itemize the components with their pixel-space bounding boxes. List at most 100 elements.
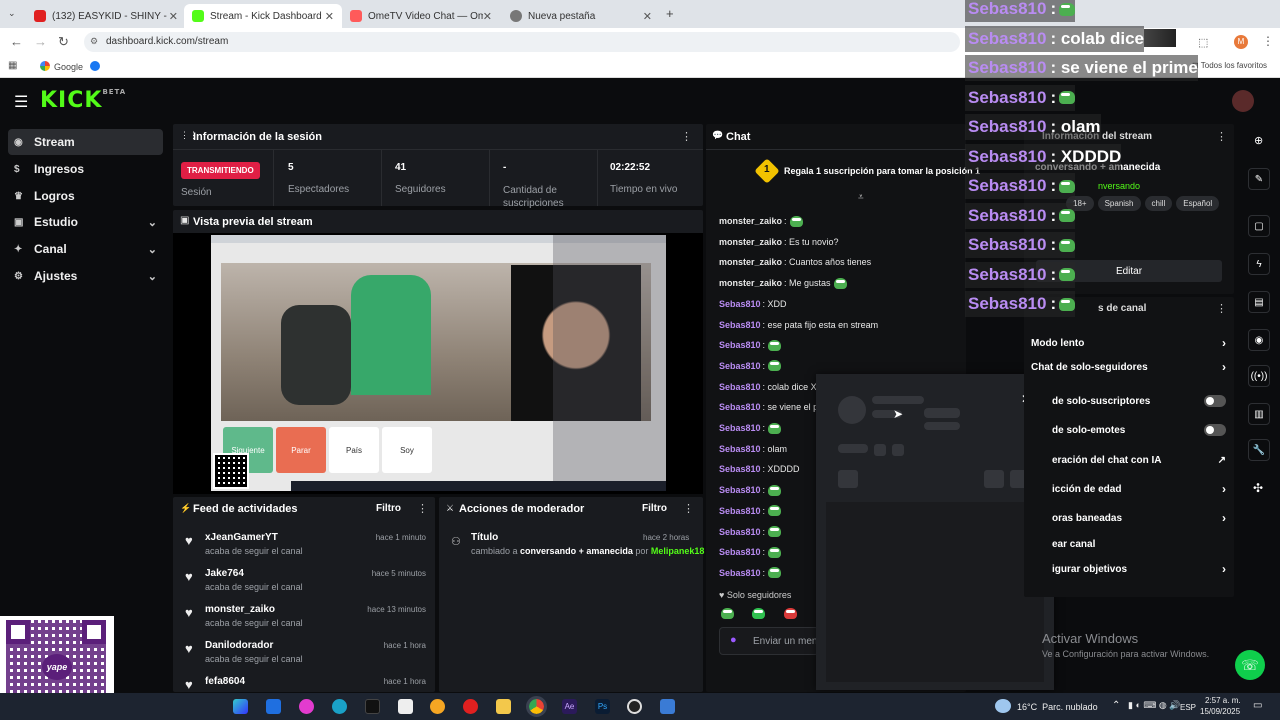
chevron-down-icon[interactable]: ⌄ bbox=[148, 270, 157, 283]
facebook-icon[interactable] bbox=[90, 61, 100, 71]
country-button[interactable]: País bbox=[329, 427, 379, 473]
channel-action-item[interactable]: Chat de solo-seguidores › bbox=[1031, 359, 1226, 375]
after-effects-icon[interactable]: Ae bbox=[562, 699, 577, 714]
photoshop-icon[interactable]: Ps bbox=[595, 699, 610, 714]
url-input[interactable]: ⚙ dashboard.kick.com/stream bbox=[84, 32, 960, 52]
site-info-icon[interactable]: ⚙ bbox=[90, 36, 98, 47]
channel-action-item[interactable]: Modo lento › bbox=[1031, 335, 1226, 351]
chat-username[interactable]: Sebas810 bbox=[719, 340, 761, 350]
feed-username[interactable]: fefa8604 bbox=[205, 676, 245, 687]
back-icon[interactable]: ← bbox=[10, 34, 23, 49]
document-icon[interactable]: ▤ bbox=[1248, 291, 1270, 313]
gender-button[interactable]: Soy bbox=[382, 427, 432, 473]
chat-username[interactable]: Sebas810 bbox=[719, 464, 761, 474]
help-icon[interactable]: ⊕ bbox=[1254, 134, 1263, 147]
broadcast-icon[interactable]: ((•)) bbox=[1248, 365, 1270, 387]
profile-avatar[interactable]: M bbox=[1234, 35, 1248, 49]
tab-ometv[interactable]: OmeTV Video Chat — Ome ✕ bbox=[342, 4, 500, 28]
bookmark-google[interactable]: Google bbox=[54, 62, 83, 72]
sidebar-item-ajustes[interactable]: ⚙ Ajustes ⌄ bbox=[8, 263, 163, 289]
emote-icon[interactable] bbox=[721, 608, 734, 619]
chat-username[interactable]: Sebas810 bbox=[719, 423, 761, 433]
tiktok-icon[interactable] bbox=[365, 699, 380, 714]
feed-username[interactable]: xJeanGamerYT bbox=[205, 532, 278, 543]
chrome-icon[interactable] bbox=[526, 696, 547, 717]
chat-username[interactable]: Sebas810 bbox=[719, 402, 761, 412]
chat-username[interactable]: Sebas810 bbox=[719, 547, 761, 557]
obs-icon[interactable] bbox=[627, 699, 642, 714]
feed-filter-button[interactable]: Filtro bbox=[376, 503, 401, 514]
toggle-switch[interactable] bbox=[1204, 395, 1226, 407]
chevron-right-icon[interactable]: › bbox=[1222, 336, 1226, 350]
chevron-down-icon[interactable]: ⌄ bbox=[148, 216, 157, 229]
store-icon[interactable] bbox=[398, 699, 413, 714]
apps-icon[interactable]: ▦ bbox=[8, 60, 17, 71]
collapse-icon[interactable]: ⩡ bbox=[858, 192, 864, 203]
chat-username[interactable]: monster_zaiko bbox=[719, 216, 782, 226]
new-tab-button[interactable]: + bbox=[666, 6, 674, 21]
clock-date[interactable]: 15/09/2025 bbox=[1200, 707, 1240, 716]
kick-logo[interactable]: KICKBETA bbox=[40, 88, 126, 113]
feed-username[interactable]: Danilodorador bbox=[205, 640, 273, 651]
chat-username[interactable]: Sebas810 bbox=[719, 299, 761, 309]
clock-time[interactable]: 2:57 a. m. bbox=[1205, 696, 1241, 705]
chat-username[interactable]: monster_zaiko bbox=[719, 278, 782, 288]
channel-action-item[interactable]: ear canal bbox=[1052, 536, 1226, 552]
close-icon[interactable]: ✕ bbox=[643, 10, 652, 23]
feed-username[interactable]: monster_zaiko bbox=[205, 604, 275, 615]
sidebar-item-canal[interactable]: ✦ Canal ⌄ bbox=[8, 236, 163, 262]
all-favorites[interactable]: ⊡ Todos los favoritos bbox=[1192, 61, 1267, 70]
stop-button[interactable]: Parar bbox=[276, 427, 326, 473]
lightning-icon[interactable]: ϟ bbox=[1248, 253, 1270, 275]
notification-icon[interactable]: ▭ bbox=[1253, 700, 1262, 711]
support-chat-button[interactable]: ☏ bbox=[1235, 650, 1265, 680]
more-options-icon[interactable]: ⋮ bbox=[1216, 302, 1227, 315]
reload-icon[interactable]: ↻ bbox=[58, 34, 69, 50]
tab-new[interactable]: Nueva pestaña ✕ bbox=[502, 4, 660, 28]
tab-list-icon[interactable]: ⌄ bbox=[8, 8, 16, 19]
feed-item[interactable]: ♥ xJeanGamerYT acaba de seguir el canal hac… bbox=[173, 527, 435, 561]
channel-action-item[interactable]: icción de edad › bbox=[1052, 481, 1226, 497]
outlook-icon[interactable] bbox=[266, 699, 281, 714]
toggle-switch[interactable] bbox=[1204, 424, 1226, 436]
extensions-icon[interactable]: ⬚ bbox=[1198, 36, 1208, 49]
chat-username[interactable]: Sebas810 bbox=[719, 444, 761, 454]
microphone-icon[interactable]: ● bbox=[730, 634, 737, 646]
more-options-icon[interactable]: ⋮ bbox=[683, 502, 694, 515]
sidebar-item-logros[interactable]: ♛ Logros bbox=[8, 183, 163, 209]
tab-kick-dashboard[interactable]: Stream - Kick Dashboard ✕ bbox=[184, 4, 342, 28]
apps-grid-icon[interactable]: ✣ bbox=[1253, 481, 1263, 495]
app-blue-icon[interactable] bbox=[660, 699, 675, 714]
wrench-icon[interactable]: 🔧 bbox=[1248, 439, 1270, 461]
chat-input[interactable]: ● Enviar un men bbox=[719, 627, 819, 655]
feed-item[interactable]: ♥ Danilodorador acaba de seguir el canal ha… bbox=[173, 635, 435, 669]
close-icon[interactable]: ✕ bbox=[169, 10, 178, 23]
chat-username[interactable]: Sebas810 bbox=[719, 527, 761, 537]
close-icon[interactable]: ✕ bbox=[325, 10, 334, 23]
external-link-icon[interactable]: ↗ bbox=[1218, 455, 1226, 466]
chat-username[interactable]: Sebas810 bbox=[719, 568, 761, 578]
app-icon[interactable] bbox=[299, 699, 314, 714]
pencil-icon[interactable]: ✎ bbox=[1248, 168, 1270, 190]
sidebar-item-ingresos[interactable]: $ Ingresos bbox=[8, 156, 163, 182]
chat-username[interactable]: monster_zaiko bbox=[719, 237, 782, 247]
menu-icon[interactable]: ⋮ bbox=[1262, 34, 1274, 48]
chevron-right-icon[interactable]: › bbox=[1222, 360, 1226, 374]
layout-icon[interactable]: ▥ bbox=[1248, 403, 1270, 425]
chat-username[interactable]: Sebas810 bbox=[719, 382, 761, 392]
explorer-icon[interactable] bbox=[233, 699, 248, 714]
stream-video[interactable]: Siguiente Parar País Soy bbox=[211, 235, 666, 491]
sidebar-item-estudio[interactable]: ▣ Estudio ⌄ bbox=[8, 209, 163, 235]
edge-icon[interactable] bbox=[332, 699, 347, 714]
close-icon[interactable]: ✕ bbox=[483, 10, 492, 23]
chevron-right-icon[interactable]: › bbox=[1222, 562, 1226, 576]
channel-action-item[interactable]: de solo-emotes bbox=[1052, 422, 1226, 438]
chat-username[interactable]: monster_zaiko bbox=[719, 257, 782, 267]
feed-username[interactable]: Jake764 bbox=[205, 568, 244, 579]
channel-action-item[interactable]: eración del chat con IA ↗ bbox=[1052, 452, 1226, 468]
chat-username[interactable]: Sebas810 bbox=[719, 320, 761, 330]
gift-promo-text[interactable]: Regala 1 suscripción para tomar la posic… bbox=[784, 166, 980, 176]
channel-action-item[interactable]: igurar objetivos › bbox=[1052, 561, 1226, 577]
channel-action-item[interactable]: de solo-suscriptores bbox=[1052, 393, 1226, 409]
chat-username[interactable]: Sebas810 bbox=[719, 506, 761, 516]
